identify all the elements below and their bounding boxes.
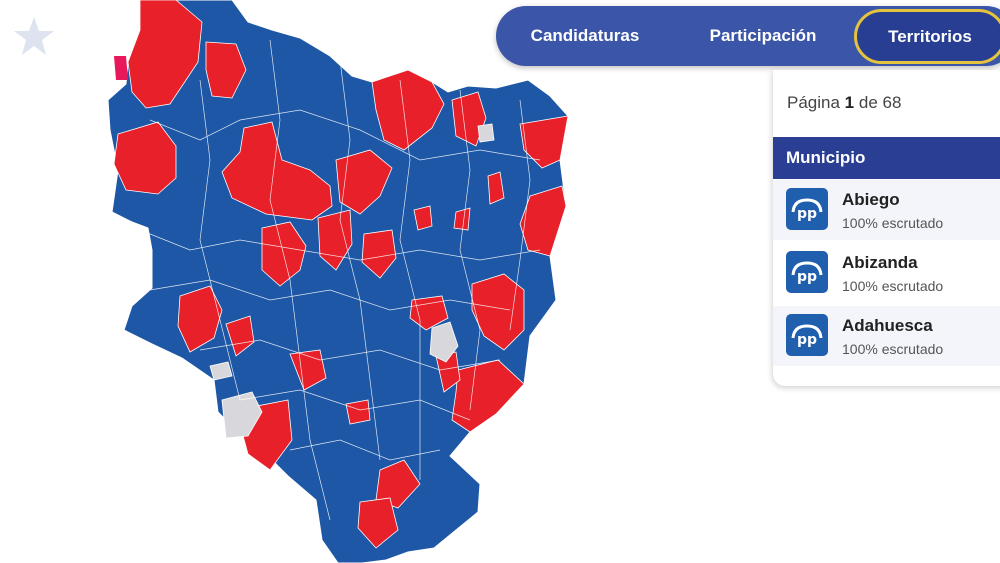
svg-text:pp: pp — [797, 332, 817, 348]
star-icon — [14, 17, 54, 55]
municipality-row[interactable]: pp Adahuesca 100% escrutado — [773, 306, 1000, 366]
svg-text:pp: pp — [797, 269, 817, 285]
municipality-row[interactable]: pp Abizanda 100% escrutado — [773, 243, 1000, 303]
municipio-header: Municipio — [773, 137, 1000, 179]
municipality-name: Abizanda — [842, 253, 918, 272]
svg-text:pp: pp — [797, 206, 817, 222]
municipality-status: 100% escrutado — [842, 341, 944, 357]
municipality-status: 100% escrutado — [842, 278, 944, 294]
municipality-name: Adahuesca — [842, 316, 933, 335]
pager-current: 1 — [844, 93, 855, 112]
tab-participacion[interactable]: Participación — [692, 6, 834, 66]
pager-prefix: Página — [787, 93, 845, 112]
municipality-name: Abiego — [842, 190, 900, 209]
municipality-status: 100% escrutado — [842, 215, 944, 231]
other-party-area[interactable] — [114, 56, 128, 80]
pagination: Página 1 de 68 — [787, 93, 901, 113]
tab-territorios[interactable]: Territorios — [854, 9, 1000, 64]
municipality-row[interactable]: pp Abiego 100% escrutado — [773, 180, 1000, 240]
pp-logo-icon: pp — [786, 314, 828, 356]
pp-logo-icon: pp — [786, 188, 828, 230]
pager-suffix: de 68 — [854, 93, 902, 112]
pp-logo-icon: pp — [786, 251, 828, 293]
view-tabs: Candidaturas Participación Territorios — [496, 6, 1000, 66]
territories-panel: Página 1 de 68 Municipio pp Abiego 100% … — [773, 70, 1000, 386]
tab-candidaturas[interactable]: Candidaturas — [510, 6, 660, 66]
